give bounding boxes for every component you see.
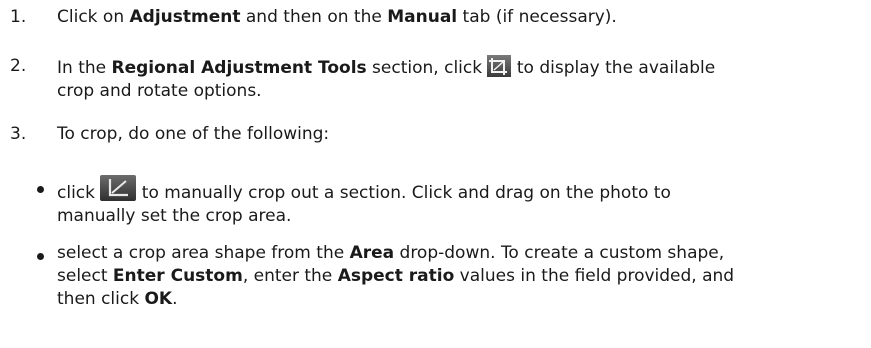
aspect-ratio-term: Aspect ratio [337,266,455,286]
instruction-page: 1. Click on Adjustment and then on the M… [0,0,871,348]
step-text: Click on Adjustment and then on the Manu… [57,7,617,27]
step-text: In the Regional Adjustment Tools section… [57,55,847,103]
bullet-dot [37,253,44,260]
step-number: 2. [10,56,27,76]
step-number: 3. [10,124,27,144]
adjustment-term: Adjustment [129,7,241,27]
step-number: 1. [10,7,27,27]
enter-custom-term: Enter Custom [112,266,243,286]
regional-adjustment-tools-term: Regional Adjustment Tools [111,58,367,78]
area-term: Area [349,243,395,263]
manual-crop-icon [100,175,137,201]
bullet-dot [37,186,44,193]
bullet-text: select a crop area shape from the Area d… [57,243,735,309]
manual-term: Manual [387,7,458,27]
crop-rotate-icon [487,55,512,77]
step-text: To crop, do one of the following: [57,124,330,144]
ok-term: OK [144,289,173,309]
bullet-text: click to manually crop out a section. Cl… [57,175,847,228]
